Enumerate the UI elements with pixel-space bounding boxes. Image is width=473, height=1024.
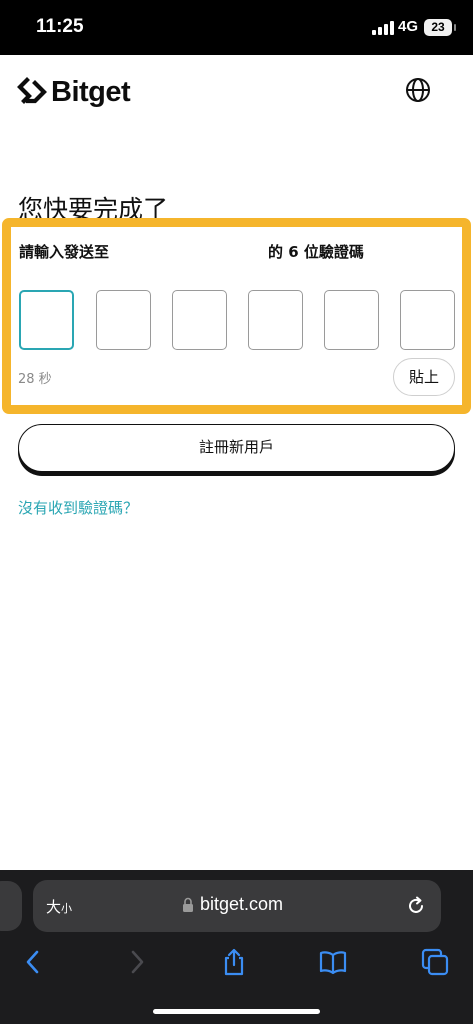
countdown-timer: 28 秒	[18, 372, 52, 387]
instruction-text-suffix: 的 6 位驗證碼	[268, 243, 364, 261]
previous-tab[interactable]	[0, 881, 22, 931]
instruction-text: 請輸入發送至	[19, 243, 110, 261]
code-digit-5[interactable]	[324, 290, 379, 350]
status-bar: 11:25 4G 23	[0, 0, 473, 55]
home-indicator	[153, 1009, 320, 1014]
globe-icon[interactable]	[404, 76, 432, 104]
cellular-signal-icon	[372, 21, 394, 35]
status-time: 11:25	[36, 16, 84, 37]
code-digit-4[interactable]	[248, 290, 303, 350]
forward-icon[interactable]	[121, 947, 151, 977]
url-text: bitget.com	[200, 894, 284, 914]
bitget-logo-icon	[17, 77, 47, 104]
share-icon[interactable]	[219, 947, 249, 977]
bitget-logo[interactable]: Bitget	[17, 74, 131, 110]
bookmarks-icon[interactable]	[318, 947, 348, 977]
back-icon[interactable]	[19, 947, 49, 977]
code-digit-3[interactable]	[172, 290, 227, 350]
code-digit-2[interactable]	[96, 290, 151, 350]
code-digit-6[interactable]	[400, 290, 455, 350]
resend-code-link[interactable]: 沒有收到驗證碼？	[18, 497, 138, 518]
browser-toolbar: 大小 bitget.com	[0, 870, 473, 1024]
code-digit-1[interactable]	[19, 290, 74, 350]
paste-button[interactable]: 貼上	[393, 358, 455, 396]
battery-icon: 23	[424, 19, 456, 36]
reload-icon[interactable]	[405, 895, 427, 917]
lock-icon	[183, 897, 193, 912]
text-size-button[interactable]: 大小	[46, 896, 72, 917]
register-new-user-button[interactable]: 註冊新用戶	[18, 424, 455, 472]
network-type: 4G	[398, 18, 419, 35]
tabs-icon[interactable]	[420, 947, 450, 977]
address-bar[interactable]: 大小 bitget.com	[33, 880, 441, 932]
brand-name: Bitget	[51, 75, 131, 108]
